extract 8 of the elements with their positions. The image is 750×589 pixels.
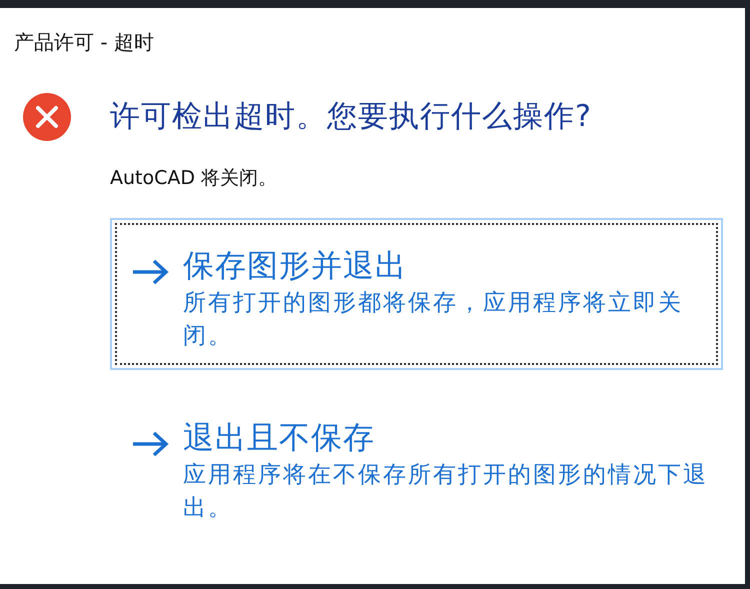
dialog-message: AutoCAD 将关闭。	[110, 166, 278, 191]
error-icon	[22, 92, 72, 142]
command-link[interactable]: 退出且不保存 应用程序将在不保存所有打开的图形的情况下退出。	[110, 390, 723, 542]
command-link[interactable]: 保存图形并退出 所有打开的图形都将保存，应用程序将立即关闭。	[110, 218, 723, 370]
arrow-icon	[131, 259, 169, 285]
dialog-heading: 许可检出超时。您要执行什么操作?	[110, 98, 592, 136]
window-title: 产品许可 - 超时	[14, 29, 154, 56]
arrow-icon	[131, 431, 169, 457]
